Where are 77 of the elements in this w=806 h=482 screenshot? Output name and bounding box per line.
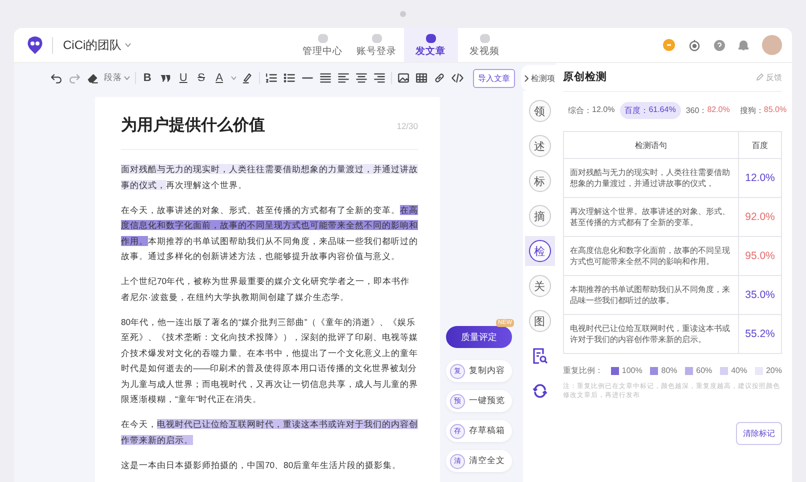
nav-tab[interactable]: 发视频 (458, 28, 512, 62)
bell-icon[interactable] (738, 39, 749, 51)
chevron-icon[interactable] (524, 74, 529, 82)
bullet-list-icon[interactable] (283, 71, 296, 85)
tool-icon[interactable]: 检 (528, 240, 550, 262)
font-color-button[interactable]: A (212, 72, 226, 84)
tool-icon[interactable]: 摘 (528, 205, 550, 227)
clear-marks-button[interactable]: 清除标记 (736, 422, 782, 445)
document-search-icon[interactable] (532, 347, 548, 365)
nav-tab[interactable]: 账号登录 (350, 28, 404, 62)
score-tab[interactable]: 搜狗：85.0% (734, 102, 792, 119)
align-left-icon[interactable] (337, 71, 350, 85)
article-paragraph: 这是一本由日本摄影师拍摄的，中国70、80后童年生活片段的摄影集。 (121, 458, 402, 472)
eraser-icon[interactable] (86, 71, 99, 85)
score-cell: 55.2% (738, 314, 782, 354)
legend-text: 40% (731, 366, 748, 375)
article-title: 为用户提供什么价值 (121, 115, 265, 136)
link-icon[interactable] (433, 71, 446, 85)
caret-icon[interactable] (124, 76, 130, 80)
paragraph-dropdown[interactable]: 段落 (104, 72, 122, 84)
article-paragraph: 80年代，他一连出版了著名的“媒介批判三部曲”（《童年的消逝》、《娱乐至死》、《技术垄断：文化向技术投降》），深刻的批评了印刷、电视等媒介技术爆发对文化的吞噬力量。在本书中，他提出了一个文化意义上的童年时代是如何逝去的——印刷术的普及使得原本用口语传播的文化世界被划分为儿童与成人世界；而电视时代，又再次让一切信息共享，成人与儿童的界限逐渐模糊，“童年”时代正在消失。 (121, 316, 418, 406)
justify-icon[interactable] (319, 71, 332, 85)
nav-tab[interactable]: 发文章 (404, 28, 458, 62)
score-cell: 92.0% (738, 198, 782, 236)
table-cell: 面对残酷与无力的现实时，人类往往需要借助想象的力量渡过，并通过讲故事的仪式， (564, 158, 738, 198)
quality-rating-button[interactable]: 质量评定 (446, 326, 512, 348)
article-paragraph: 在今天，电视时代已让位给互联网时代，重读这本书或许对于我们的内容创作带来新的启示。 (121, 418, 418, 446)
column-header: 检测语句 (564, 132, 738, 158)
tool-icon[interactable]: 述 (528, 135, 550, 157)
refresh-icon[interactable] (532, 383, 548, 399)
format-button[interactable]: B (140, 72, 154, 84)
table-cell: 再次理解这个世界。故事讲述的对象、形式、甚至传播的方式都有了全新的变革。 (564, 198, 738, 236)
score-cell: 35.0% (738, 276, 782, 314)
legend-label: 重复比例： (563, 365, 603, 376)
image-icon[interactable] (397, 71, 410, 85)
tool-icon[interactable]: 标 (528, 170, 550, 192)
ordered-list-icon[interactable] (265, 71, 278, 85)
nav-icon[interactable] (424, 32, 437, 44)
caret-icon[interactable] (124, 43, 131, 47)
article-paragraph: 在今天，故事讲述的对象、形式、甚至传播的方式都有了全新的变革。在高度信息化和数字化面前，故事的不同呈现方式也可能带来全然不同的影响和作用。本期推荐的书单试图帮助我们从不同角度，来品味一些我们都听过的故事。通过多样化的创新讲述方法，也能够提升故事内容价值与意义。 (121, 204, 418, 263)
pencil-icon (756, 73, 764, 81)
format-button[interactable]: S (194, 72, 208, 84)
align-center-icon[interactable] (355, 71, 368, 85)
legend-text: 80% (661, 366, 678, 375)
camera-dot (400, 11, 406, 17)
article-paragraph: 面对残酷与无力的现实时，人类往往需要借助想象的力量渡过，并通过讲故事的仪式，再次理解这个世界。 (121, 163, 418, 192)
article-paragraph: 上个世纪70年代，被称为世界最重要的媒介文化研究学者之一，即本书作者尼尔·波兹曼，在纽约大学执教期间创建了媒介生态学。 (121, 275, 411, 304)
score-cell: 95.0% (738, 236, 782, 276)
tool-icon[interactable]: 图 (528, 310, 550, 332)
title-counter: 12/30 (396, 120, 418, 130)
legend-text: 100% (622, 366, 642, 375)
nav-tab[interactable]: 管理中心 (296, 28, 350, 62)
legend-text: 60% (696, 366, 712, 375)
score-cell: 12.0% (738, 158, 782, 198)
column-header: 百度 (738, 132, 782, 158)
import-article-button[interactable]: 导入文章 (473, 68, 516, 88)
help-icon[interactable] (714, 40, 725, 50)
editor-page[interactable] (95, 97, 440, 482)
caret-icon[interactable] (230, 76, 236, 80)
tool-icon[interactable]: 关 (528, 275, 550, 297)
table-cell: 电视时代已让位给互联网时代，重读这本书或许对于我们的内容创作带来新的启示。 (564, 314, 738, 354)
align-right-icon[interactable] (373, 71, 386, 85)
check-items-tab[interactable]: 检测项 (521, 65, 556, 91)
mascot-logo-icon[interactable] (26, 35, 44, 55)
tool-icon[interactable]: 领 (528, 100, 550, 122)
table-icon[interactable] (415, 71, 428, 85)
legend-text: 20% (766, 366, 782, 375)
score-tab[interactable]: 百度：61.64% (620, 102, 681, 119)
format-button[interactable]: U (176, 72, 190, 84)
panel-title: 原创检测 (563, 70, 607, 84)
table-cell: 本期推荐的书单试图帮助我们从不同角度，来品味一些我们都听过的故事。 (564, 276, 738, 314)
score-tab[interactable]: 360：82.0% (680, 102, 735, 119)
undo-icon[interactable] (50, 71, 63, 85)
table-cell: 在高度信息化和数字化面前，故事的不同呈现方式也可能带来全然不同的影响和作用。 (564, 236, 738, 276)
score-tab[interactable]: 综合：12.0% (563, 102, 620, 119)
team-switcher[interactable]: CiCi的团队 (63, 36, 122, 54)
code-icon[interactable] (451, 71, 464, 85)
